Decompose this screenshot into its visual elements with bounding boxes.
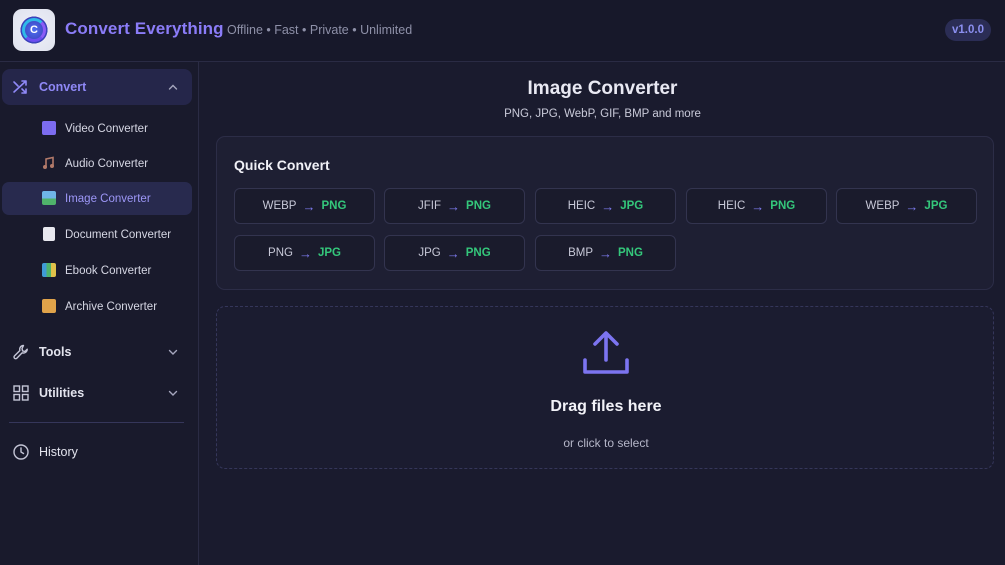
- sidebar-item-document-converter[interactable]: Document Converter: [2, 218, 192, 251]
- sidebar-item-label: Document Converter: [65, 228, 172, 241]
- arrow-right-icon: →: [905, 198, 919, 214]
- quick-convert-title: Quick Convert: [234, 157, 330, 173]
- sidebar-item-label: Audio Converter: [65, 157, 149, 170]
- sidebar-item-video-converter[interactable]: Video Converter: [2, 112, 192, 145]
- arrow-right-icon: →: [751, 198, 765, 214]
- app-logo-icon: C: [13, 9, 55, 51]
- quick-convert-button[interactable]: HEIC → PNG: [686, 188, 827, 224]
- quick-convert-button[interactable]: PNG → JPG: [234, 235, 375, 271]
- file-dropzone[interactable]: Drag files here or click to select: [216, 306, 994, 469]
- books-icon: [42, 263, 56, 277]
- arrow-right-icon: →: [601, 198, 615, 214]
- dropzone-title: Drag files here: [550, 398, 662, 415]
- package-icon: [42, 299, 56, 313]
- arrow-right-icon: →: [302, 198, 316, 214]
- clock-icon: [12, 443, 30, 461]
- dropzone-subtitle: or click to select: [563, 436, 649, 450]
- sidebar-section-label: Convert: [39, 80, 87, 94]
- to-format: PNG: [770, 200, 796, 212]
- page-title: Image Converter: [527, 78, 678, 99]
- sidebar-item-audio-converter[interactable]: Audio Converter: [2, 147, 192, 180]
- sidebar-item-label: Video Converter: [65, 122, 148, 135]
- wrench-icon: [12, 343, 30, 361]
- sidebar-section-label: Utilities: [39, 386, 85, 400]
- to-format: JPG: [317, 247, 341, 259]
- chevron-up-icon: [168, 84, 178, 90]
- quick-convert-button[interactable]: WEBP → PNG: [234, 188, 375, 224]
- to-format: PNG: [465, 247, 491, 259]
- sidebar-item-label: Archive Converter: [65, 300, 158, 313]
- clapper-icon: [42, 121, 56, 135]
- main-content: Image Converter PNG, JPG, WebP, GIF, BMP…: [200, 62, 1005, 565]
- to-format: PNG: [618, 247, 643, 259]
- app-title: Convert Everything: [65, 19, 224, 38]
- version-badge: v1.0.0: [945, 19, 991, 41]
- from-format: HEIC: [717, 200, 746, 212]
- from-format: WEBP: [262, 200, 297, 212]
- grid-icon: [12, 384, 30, 402]
- shuffle-icon: [12, 78, 30, 96]
- document-icon: [43, 227, 55, 241]
- quick-convert-button[interactable]: WEBP → JPG: [836, 188, 977, 224]
- sidebar-item-label: Image Converter: [65, 192, 151, 205]
- sidebar-section-tools[interactable]: Tools: [2, 334, 192, 370]
- sidebar-item-history[interactable]: History: [2, 434, 192, 470]
- sidebar-item-label: Ebook Converter: [65, 264, 152, 277]
- sidebar-item-ebook-converter[interactable]: Ebook Converter: [2, 254, 192, 287]
- upload-icon: [583, 331, 629, 374]
- sidebar-section-convert[interactable]: Convert: [2, 69, 192, 105]
- to-format: JPG: [620, 200, 644, 212]
- from-format: JPG: [418, 247, 441, 259]
- page-subtitle: PNG, JPG, WebP, GIF, BMP and more: [504, 108, 701, 120]
- music-note-icon: [42, 156, 56, 170]
- app-tagline: Offline • Fast • Private • Unlimited: [227, 23, 413, 37]
- sidebar: Convert Video Converter Audio Converter …: [0, 62, 199, 565]
- to-format: PNG: [466, 200, 491, 212]
- chevron-down-icon: [168, 349, 178, 355]
- sidebar-item-archive-converter[interactable]: Archive Converter: [2, 290, 192, 323]
- quick-convert-button[interactable]: HEIC → JPG: [535, 188, 676, 224]
- quick-convert-button[interactable]: BMP → PNG: [535, 235, 676, 271]
- arrow-right-icon: →: [446, 245, 460, 261]
- from-format: PNG: [268, 247, 293, 259]
- quick-convert-button[interactable]: JFIF → PNG: [384, 188, 525, 224]
- picture-icon: [42, 191, 56, 205]
- from-format: WEBP: [865, 200, 900, 212]
- to-format: JPG: [924, 200, 948, 212]
- to-format: PNG: [321, 200, 347, 212]
- from-format: BMP: [568, 247, 593, 259]
- chevron-down-icon: [168, 390, 178, 396]
- sidebar-item-label: History: [39, 445, 78, 459]
- sidebar-section-utilities[interactable]: Utilities: [2, 375, 192, 411]
- quick-convert-button[interactable]: JPG → PNG: [384, 235, 525, 271]
- from-format: JFIF: [418, 200, 442, 212]
- arrow-right-icon: →: [599, 245, 612, 261]
- from-format: HEIC: [567, 200, 596, 212]
- quick-convert-card: Quick Convert WEBP → PNG JFIF → PNG HEIC…: [216, 136, 994, 290]
- app-header: C Convert Everything Offline • Fast • Pr…: [0, 0, 1005, 62]
- arrow-right-icon: →: [298, 245, 312, 261]
- arrow-right-icon: →: [447, 198, 461, 214]
- sidebar-divider: [9, 422, 184, 423]
- sidebar-section-label: Tools: [39, 345, 72, 359]
- sidebar-item-image-converter[interactable]: Image Converter: [2, 182, 192, 215]
